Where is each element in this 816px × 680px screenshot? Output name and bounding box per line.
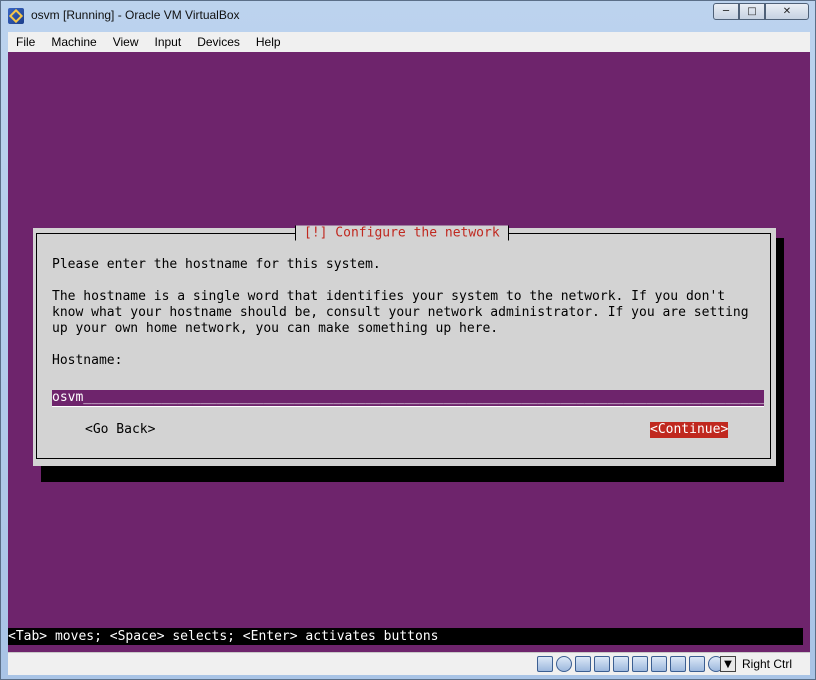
menu-help[interactable]: Help bbox=[248, 35, 289, 49]
display-icon[interactable] bbox=[632, 656, 648, 672]
maximize-button[interactable]: □ bbox=[739, 3, 765, 20]
virtualbox-window: osvm [Running] - Oracle VM VirtualBox ─ … bbox=[0, 0, 816, 680]
hard-disk-icon[interactable] bbox=[537, 656, 553, 672]
menu-devices[interactable]: Devices bbox=[189, 35, 248, 49]
shared-folders-icon[interactable] bbox=[613, 656, 629, 672]
hostname-input[interactable]: osvm____________________________________… bbox=[52, 390, 764, 407]
status-bar: ▼ Right Ctrl bbox=[8, 652, 810, 675]
menu-view[interactable]: View bbox=[105, 35, 147, 49]
description-line-2: know what your hostname should be, consu… bbox=[52, 305, 749, 320]
optical-drive-icon[interactable] bbox=[556, 656, 572, 672]
vm-display[interactable]: [!] Configure the network Please enter t… bbox=[8, 52, 810, 652]
close-button[interactable]: ✕ bbox=[765, 3, 809, 20]
description-line-1: The hostname is a single word that ident… bbox=[52, 289, 726, 304]
menu-machine[interactable]: Machine bbox=[43, 35, 104, 49]
window-title: osvm [Running] - Oracle VM VirtualBox bbox=[31, 8, 240, 22]
minimize-button[interactable]: ─ bbox=[713, 3, 739, 20]
menu-bar: File Machine View Input Devices Help bbox=[8, 32, 810, 53]
dialog-title: [!] Configure the network bbox=[295, 225, 509, 241]
description-line-3: up your own home network, you can make s… bbox=[52, 321, 499, 336]
virtualbox-app-icon bbox=[8, 8, 24, 24]
continue-button[interactable]: <Continue> bbox=[650, 422, 729, 438]
usb-icon[interactable] bbox=[575, 656, 591, 672]
configure-network-dialog: [!] Configure the network Please enter t… bbox=[33, 225, 776, 466]
host-key-label: Right Ctrl bbox=[741, 657, 792, 671]
menu-input[interactable]: Input bbox=[147, 35, 190, 49]
video-capture-icon[interactable] bbox=[651, 656, 667, 672]
title-bar[interactable]: osvm [Running] - Oracle VM VirtualBox ─ … bbox=[1, 1, 815, 31]
go-back-button[interactable]: <Go Back> bbox=[85, 422, 155, 438]
keyboard-help-line: <Tab> moves; <Space> selects; <Enter> ac… bbox=[8, 628, 803, 645]
audio-icon[interactable] bbox=[670, 656, 686, 672]
dialog-border: [!] Configure the network Please enter t… bbox=[36, 225, 771, 459]
network-icon[interactable] bbox=[594, 656, 610, 672]
keyboard-capture-icon[interactable]: ▼ bbox=[720, 656, 736, 672]
menu-file[interactable]: File bbox=[8, 35, 43, 49]
mouse-integration-icon[interactable] bbox=[689, 656, 705, 672]
device-status-icons bbox=[537, 656, 724, 672]
window-controls: ─ □ ✕ bbox=[713, 3, 809, 21]
hostname-label: Hostname: bbox=[52, 353, 123, 368]
hostname-prompt: Please enter the hostname for this syste… bbox=[52, 257, 381, 272]
